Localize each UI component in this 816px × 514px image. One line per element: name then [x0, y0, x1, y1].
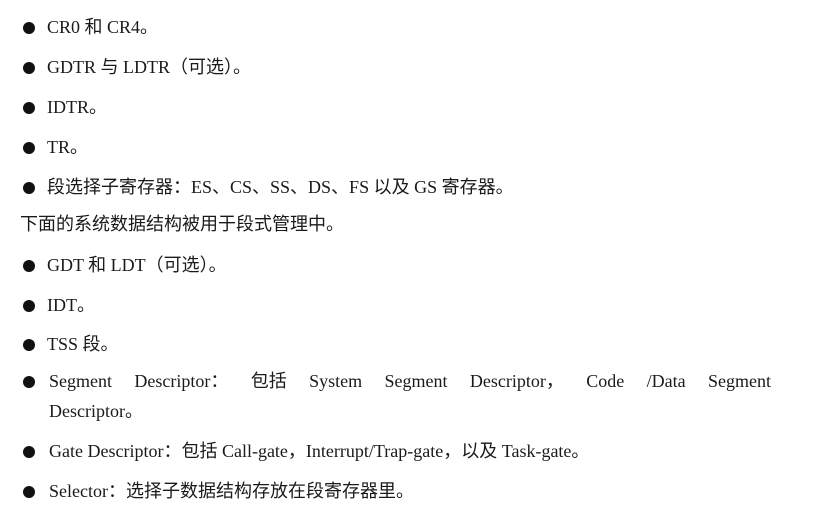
segment-descriptor-line2: Descriptor。 — [49, 401, 143, 421]
list-item-text: Gate Descriptor：包括 Call-gate，Interrupt/T… — [49, 441, 590, 461]
list-item-text: 段选择子寄存器：ES、CS、SS、DS、FS 以及 GS 寄存器。 — [47, 177, 514, 197]
bullet-icon — [23, 446, 35, 458]
list-item-text: TSS 段。 — [47, 334, 119, 354]
paragraph-text: 下面的系统数据结构被用于段式管理中。 — [20, 214, 344, 234]
segment-descriptor-line1: Segment Descriptor： 包括 System Segment De… — [49, 370, 771, 392]
bullet-icon — [23, 102, 35, 114]
word: Code — [586, 371, 625, 391]
word: 包括 — [250, 371, 287, 391]
word: Segment — [707, 371, 771, 391]
list-item-segment-descriptor: Segment Descriptor： 包括 System Segment De… — [0, 370, 816, 430]
list-item-text: IDTR。 — [47, 97, 107, 117]
bullet-icon — [23, 339, 35, 351]
bullet-icon — [23, 22, 35, 34]
word: System — [309, 371, 363, 391]
list-item-text: CR0 和 CR4。 — [47, 17, 159, 37]
list-item-text: GDTR 与 LDTR（可选）。 — [47, 57, 251, 77]
bullet-icon — [23, 486, 35, 498]
document-page: CR0 和 CR4。 GDTR 与 LDTR（可选）。 IDTR。 TR。 段选… — [0, 0, 816, 514]
list-item-text: GDT 和 LDT（可选）。 — [47, 255, 227, 275]
bullet-icon — [23, 182, 35, 194]
word: /Data — [646, 371, 686, 391]
bullet-icon — [23, 376, 35, 388]
bullet-icon — [23, 62, 35, 74]
list-item-text: IDT。 — [47, 295, 95, 315]
bullet-icon — [23, 300, 35, 312]
word: Segment — [384, 371, 448, 391]
bullet-icon — [23, 260, 35, 272]
list-item-text: Selector：选择子数据结构存放在段寄存器里。 — [49, 481, 414, 501]
list-item-text: TR。 — [47, 137, 89, 157]
bullet-icon — [23, 142, 35, 154]
word: Descriptor： — [134, 371, 229, 391]
word: Descriptor， — [469, 371, 564, 391]
word: Segment — [49, 371, 112, 391]
